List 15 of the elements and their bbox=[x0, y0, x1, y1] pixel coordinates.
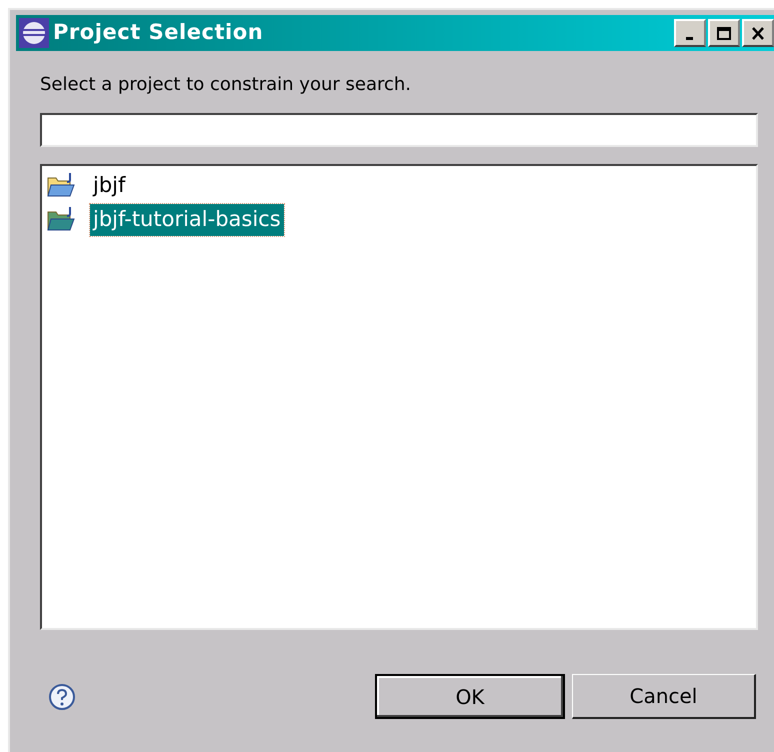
app-logo-icon bbox=[19, 18, 49, 48]
dialog-button[interactable]: OK bbox=[375, 674, 565, 719]
maximize-icon bbox=[717, 26, 731, 40]
close-icon bbox=[751, 26, 765, 40]
filter-field[interactable] bbox=[40, 113, 758, 147]
minimize-icon bbox=[685, 37, 695, 41]
project-item[interactable]: jbjf bbox=[90, 170, 128, 202]
window-title: Project Selection bbox=[53, 19, 264, 46]
maximize-button[interactable] bbox=[708, 19, 740, 47]
minimize-button[interactable] bbox=[674, 19, 706, 47]
close-button[interactable] bbox=[742, 19, 774, 47]
dialog-button[interactable]: Cancel bbox=[572, 674, 756, 719]
help-icon[interactable] bbox=[48, 682, 76, 710]
prompt-text: Select a project to constrain your search. bbox=[40, 73, 412, 97]
project-item[interactable]: jbjf-tutorial-basics bbox=[90, 204, 284, 236]
